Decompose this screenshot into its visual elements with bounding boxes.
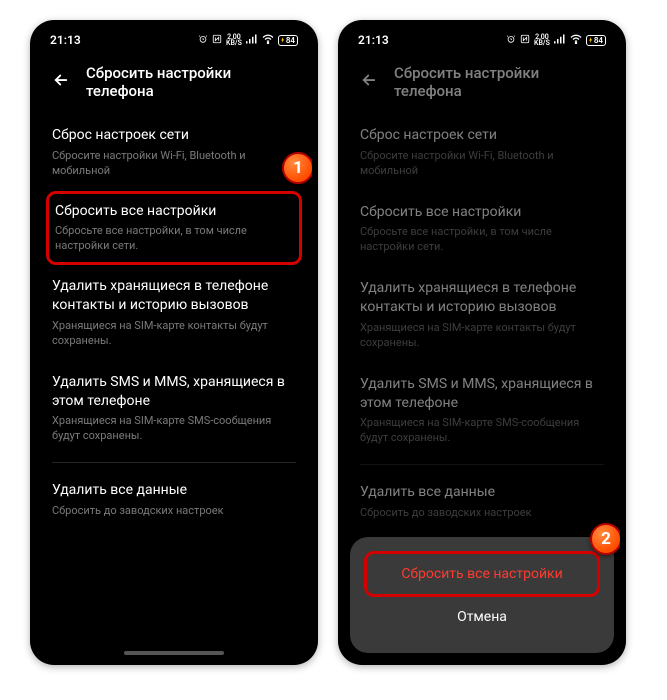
settings-item[interactable]: Сброс настроек сети Сбросите настройки Wi… (52, 114, 296, 191)
page-header: Сбросить настройки телефона (344, 54, 620, 114)
item-subtitle: Сбросите настройки Wi-Fi, Bluetooth и мо… (52, 149, 296, 179)
nfc-icon (212, 34, 222, 47)
item-title: Удалить SMS и MMS, хранящиеся в этом тел… (52, 373, 296, 411)
battery-icon: 84 (586, 35, 606, 46)
callout-1: 1 (282, 152, 312, 184)
back-icon[interactable] (52, 71, 70, 93)
signal-icon (246, 34, 258, 47)
item-subtitle: Сбросить до заводских настроек (360, 506, 604, 521)
battery-icon: 84 (278, 35, 298, 46)
home-indicator[interactable] (124, 651, 224, 655)
settings-item[interactable]: Удалить SMS и MMS, хранящиеся в этом тел… (52, 361, 296, 456)
item-title: Сброс настроек сети (360, 126, 604, 145)
back-icon[interactable] (360, 71, 378, 93)
page-title: Сбросить настройки телефона (394, 64, 604, 100)
item-subtitle: Хранящиеся на SIM-карте SMS-сообщения бу… (52, 414, 296, 444)
phone-left: 21:13 2,00KB/S 84 Сбросить настройки тел… (30, 20, 318, 665)
item-subtitle: Сбросить до заводских настроек (52, 504, 296, 519)
item-subtitle: Хранящиеся на SIM-карте контакты будут с… (360, 321, 604, 351)
phone-right: 21:13 2,00KB/S 84 Сбросить настройки тел… (338, 20, 626, 665)
settings-item[interactable]: Сброс настроек сети Сбросите настройки Wi… (360, 114, 604, 191)
item-subtitle: Хранящиеся на SIM-карте SMS-сообщения бу… (360, 416, 604, 446)
item-title: Удалить хранящиеся в телефоне контакты и… (52, 277, 296, 315)
alarm-icon (198, 34, 208, 47)
settings-list: Сброс настроек сети Сбросите настройки Wi… (36, 114, 312, 531)
signal-icon (554, 34, 566, 47)
wifi-icon (570, 34, 582, 47)
alarm-icon (506, 34, 516, 47)
item-title: Сброс настроек сети (52, 126, 296, 145)
item-subtitle: Сбросите настройки Wi-Fi, Bluetooth и мо… (360, 149, 604, 179)
cancel-button[interactable]: Отмена (364, 597, 600, 637)
item-title: Удалить хранящиеся в телефоне контакты и… (360, 279, 604, 317)
item-title: Сбросить все настройки (360, 203, 604, 222)
item-title: Удалить все данные (360, 483, 604, 502)
clock: 21:13 (358, 33, 389, 47)
item-title: Удалить SMS и MMS, хранящиеся в этом тел… (360, 375, 604, 413)
settings-list: Сброс настроек сети Сбросите настройки Wi… (344, 114, 620, 533)
item-title: Сбросить все настройки (55, 202, 293, 221)
item-subtitle: Хранящиеся на SIM-карте контакты будут с… (52, 319, 296, 349)
nfc-icon (520, 34, 530, 47)
divider (360, 464, 604, 465)
settings-item[interactable]: Удалить все данные Сбросить до заводских … (360, 471, 604, 533)
net-speed: 2,00KB/S (226, 34, 242, 47)
status-icons: 2,00KB/S 84 (198, 34, 298, 47)
item-subtitle: Сбросьте все настройки, в том числе наст… (360, 225, 604, 255)
settings-item[interactable]: Сбросить все настройки Сбросьте все настр… (46, 191, 302, 266)
screen-left: 21:13 2,00KB/S 84 Сбросить настройки тел… (36, 26, 312, 659)
status-icons: 2,00KB/S 84 (506, 34, 606, 47)
screen-right: 21:13 2,00KB/S 84 Сбросить настройки тел… (344, 26, 620, 659)
action-sheet: Сбросить все настройки Отмена (350, 537, 614, 653)
status-bar: 21:13 2,00KB/S 84 (344, 26, 620, 54)
settings-item[interactable]: Удалить хранящиеся в телефоне контакты и… (360, 267, 604, 362)
status-bar: 21:13 2,00KB/S 84 (36, 26, 312, 54)
divider (52, 462, 296, 463)
clock: 21:13 (50, 33, 81, 47)
page-title: Сбросить настройки телефона (86, 64, 296, 100)
item-subtitle: Сбросьте все настройки, в том числе наст… (55, 224, 293, 254)
net-speed: 2,00KB/S (534, 34, 550, 47)
callout-2: 2 (590, 523, 620, 555)
confirm-reset-button[interactable]: Сбросить все настройки (364, 551, 600, 597)
settings-item[interactable]: Удалить все данные Сбросить до заводских … (52, 469, 296, 531)
item-title: Удалить все данные (52, 481, 296, 500)
settings-item[interactable]: Сбросить все настройки Сбросьте все настр… (360, 191, 604, 268)
settings-item[interactable]: Удалить хранящиеся в телефоне контакты и… (52, 265, 296, 360)
wifi-icon (262, 34, 274, 47)
settings-item[interactable]: Удалить SMS и MMS, хранящиеся в этом тел… (360, 363, 604, 458)
page-header: Сбросить настройки телефона (36, 54, 312, 114)
